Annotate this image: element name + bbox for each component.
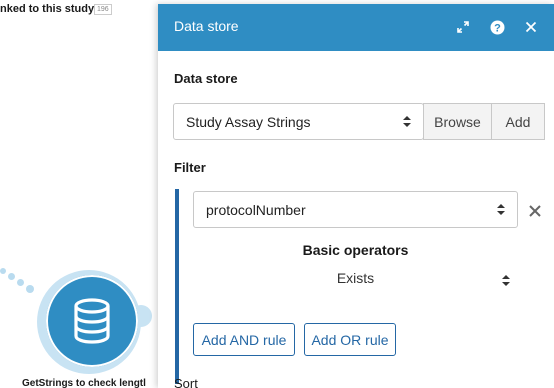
chevron-up-down-icon: [497, 204, 505, 216]
svg-text:?: ?: [494, 22, 501, 34]
close-icon[interactable]: [522, 18, 540, 36]
operator-selected: Exists: [336, 270, 375, 286]
module-link-badge: 196: [94, 4, 112, 15]
scenario-canvas: nked to this study 196 GetStrings to che…: [0, 0, 554, 388]
data-store-label: Data store: [174, 71, 238, 86]
filter-label: Filter: [174, 160, 206, 175]
filter-field-select[interactable]: protocolNumber: [193, 191, 518, 228]
panel-title: Data store: [174, 18, 239, 34]
module-link-label: nked to this study: [0, 3, 95, 15]
database-icon: [74, 298, 110, 344]
connector-dot: [17, 279, 24, 286]
connector-dot: [8, 273, 15, 280]
data-store-select[interactable]: Study Assay Strings: [173, 103, 424, 140]
add-and-rule-button[interactable]: Add AND rule: [193, 323, 295, 356]
help-icon[interactable]: ?: [488, 18, 506, 36]
panel-header: Data store ?: [158, 4, 554, 51]
connector-dot: [0, 268, 6, 274]
remove-rule-icon[interactable]: [528, 204, 542, 218]
browse-button[interactable]: Browse: [423, 103, 492, 140]
sort-label: Sort: [174, 376, 198, 388]
chevron-up-down-icon: [502, 275, 510, 287]
operator-select[interactable]: Exists: [193, 270, 518, 292]
add-button[interactable]: Add: [491, 103, 545, 140]
data-store-selected: Study Assay Strings: [186, 113, 311, 130]
connector-dot: [26, 285, 34, 293]
module-node-label: GetStrings to check lengtl: [22, 378, 146, 388]
filter-field-selected: protocolNumber: [206, 201, 306, 218]
filter-group-bar: [175, 189, 179, 384]
expand-icon[interactable]: [454, 18, 472, 36]
operators-heading: Basic operators: [302, 242, 409, 258]
data-store-module-node[interactable]: [46, 275, 138, 367]
add-or-rule-button[interactable]: Add OR rule: [304, 323, 396, 356]
chevron-up-down-icon: [403, 116, 411, 128]
data-store-panel: Data store ? Data store Study Assay Stri…: [158, 4, 554, 388]
